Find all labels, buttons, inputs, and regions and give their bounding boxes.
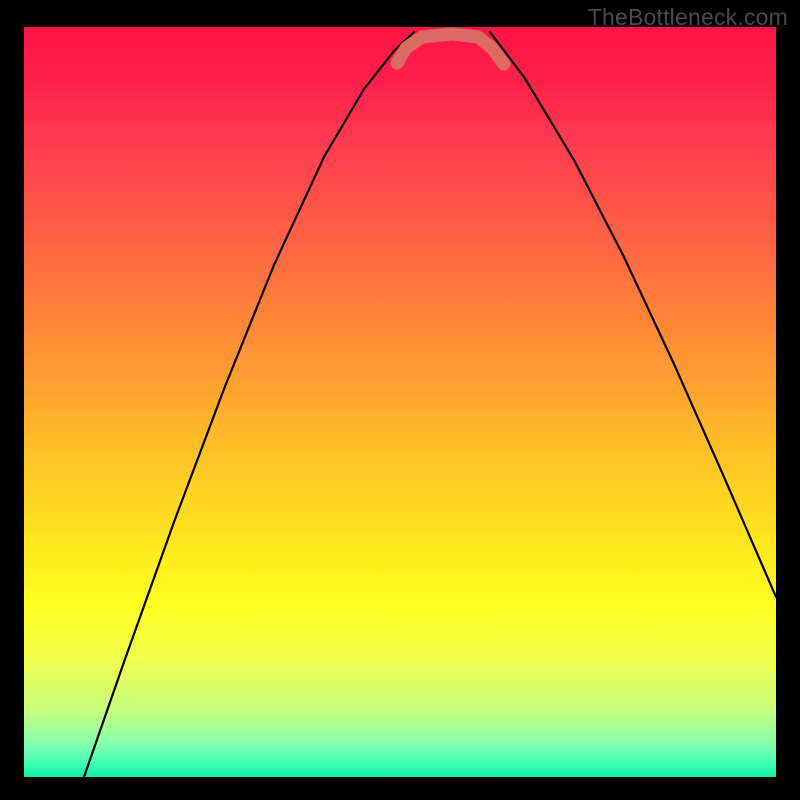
watermark-text: TheBottleneck.com xyxy=(588,4,788,31)
chart-frame: TheBottleneck.com xyxy=(0,0,800,800)
series-bottom-arc xyxy=(397,34,504,64)
plot-area xyxy=(24,27,776,777)
series-left-slope xyxy=(84,32,414,777)
chart-svg xyxy=(24,27,776,777)
series-right-slope xyxy=(490,32,776,597)
